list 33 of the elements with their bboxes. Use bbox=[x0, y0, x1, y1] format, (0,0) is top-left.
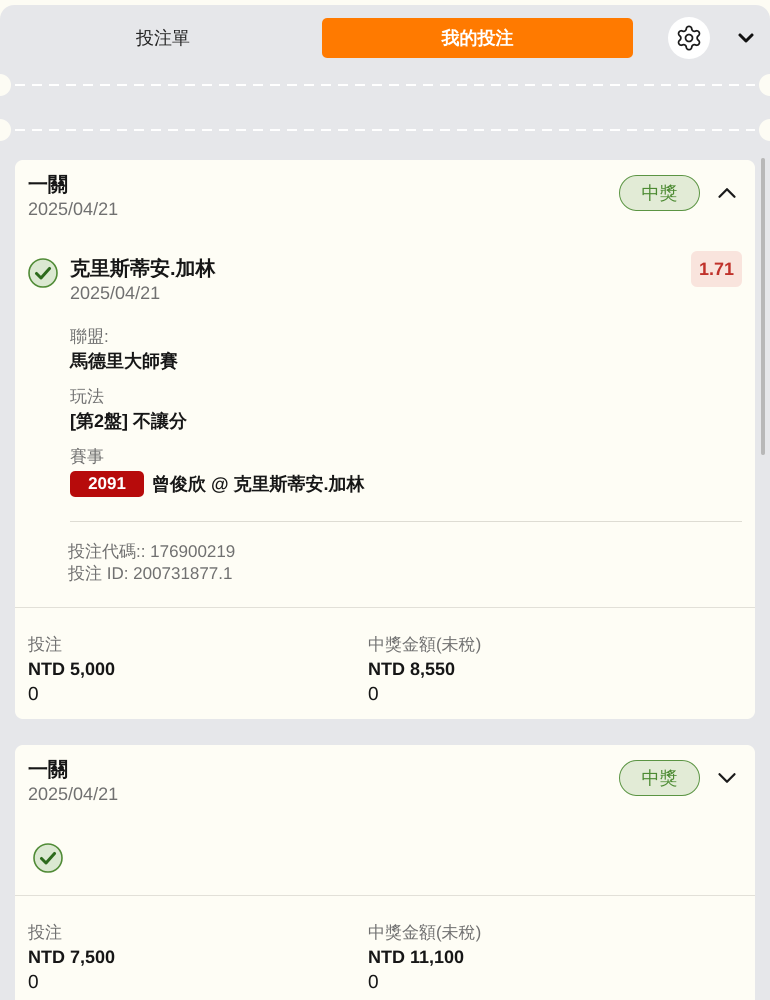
bet-date: 2025/04/21 bbox=[28, 198, 118, 221]
summary-label: 投注 bbox=[28, 922, 63, 944]
bet-type-label: 一關 bbox=[28, 758, 69, 782]
detail-label: 聯盟: bbox=[70, 326, 110, 348]
odds-badge: 1.71 bbox=[690, 251, 742, 287]
summary-amount: NTD 5,000 bbox=[28, 658, 116, 681]
tab[interactable]: 投注單 bbox=[7, 18, 319, 58]
settings-button[interactable] bbox=[668, 17, 710, 59]
detail-label: 玩法 bbox=[70, 386, 105, 408]
detail-value: 馬德里大師賽 bbox=[70, 350, 179, 373]
summary-label: 投注 bbox=[28, 634, 63, 656]
detail-value: [第2盤] 不讓分 bbox=[70, 410, 188, 433]
summary-label: 中獎金額(未稅) bbox=[368, 922, 482, 944]
summary-amount: NTD 7,500 bbox=[28, 946, 116, 969]
selection-date: 2025/04/21 bbox=[70, 282, 162, 305]
summary-value: 0 bbox=[28, 683, 40, 707]
bet-code: 投注代碼:: 176900219 bbox=[68, 541, 236, 563]
summary-value: 0 bbox=[368, 683, 380, 707]
summary-amount: NTD 8,550 bbox=[368, 658, 456, 681]
detail-label: 賽事 bbox=[70, 446, 105, 468]
bet-id: 投注 ID: 200731877.1 bbox=[68, 563, 234, 585]
summary-value: 0 bbox=[368, 971, 380, 995]
summary-amount: NTD 11,100 bbox=[368, 946, 466, 969]
event-code-badge: 2091 bbox=[70, 471, 144, 497]
status-badge: 中獎 bbox=[619, 760, 700, 796]
settings-icon bbox=[675, 24, 703, 52]
status-badge: 中獎 bbox=[619, 175, 700, 211]
selection-name: 克里斯蒂安.加林 bbox=[70, 257, 216, 281]
bet-type-label: 一關 bbox=[28, 173, 69, 197]
summary-value: 0 bbox=[28, 971, 40, 995]
match-name: 曾俊欣 @ 克里斯蒂安.加林 bbox=[152, 473, 365, 496]
summary-label: 中獎金額(未稅) bbox=[368, 634, 482, 656]
bet-date: 2025/04/21 bbox=[28, 783, 118, 806]
